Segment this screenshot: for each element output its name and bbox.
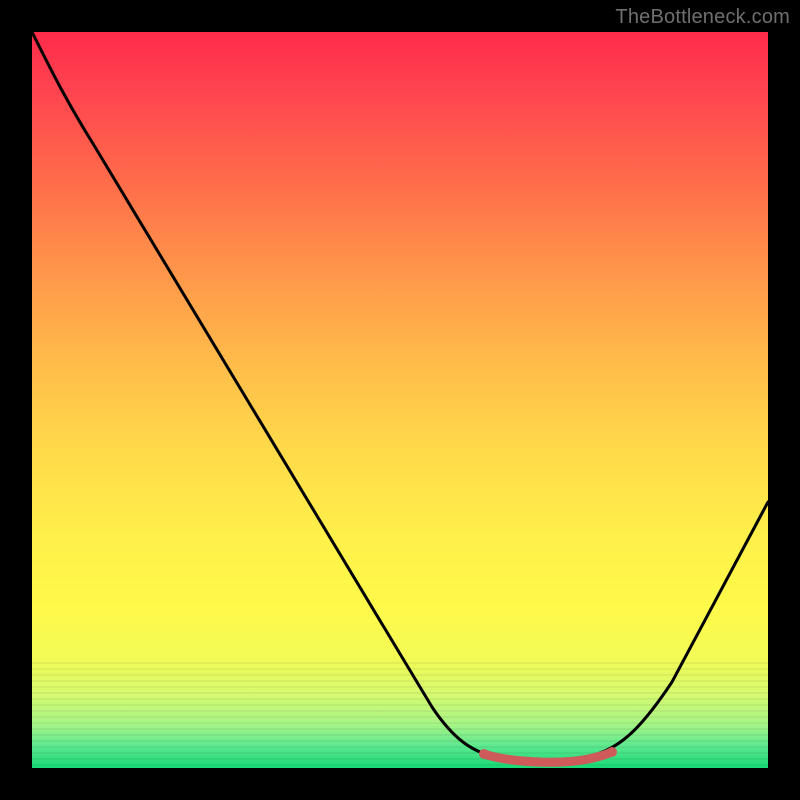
curve-svg <box>32 32 768 768</box>
highlight-endpoint-left <box>479 749 489 759</box>
bottleneck-curve <box>32 32 768 761</box>
chart-frame: TheBottleneck.com <box>0 0 800 800</box>
plot-area <box>32 32 768 768</box>
optimal-range-highlight <box>484 752 612 762</box>
watermark-text: TheBottleneck.com <box>615 6 790 29</box>
highlight-endpoint-right <box>607 747 617 757</box>
